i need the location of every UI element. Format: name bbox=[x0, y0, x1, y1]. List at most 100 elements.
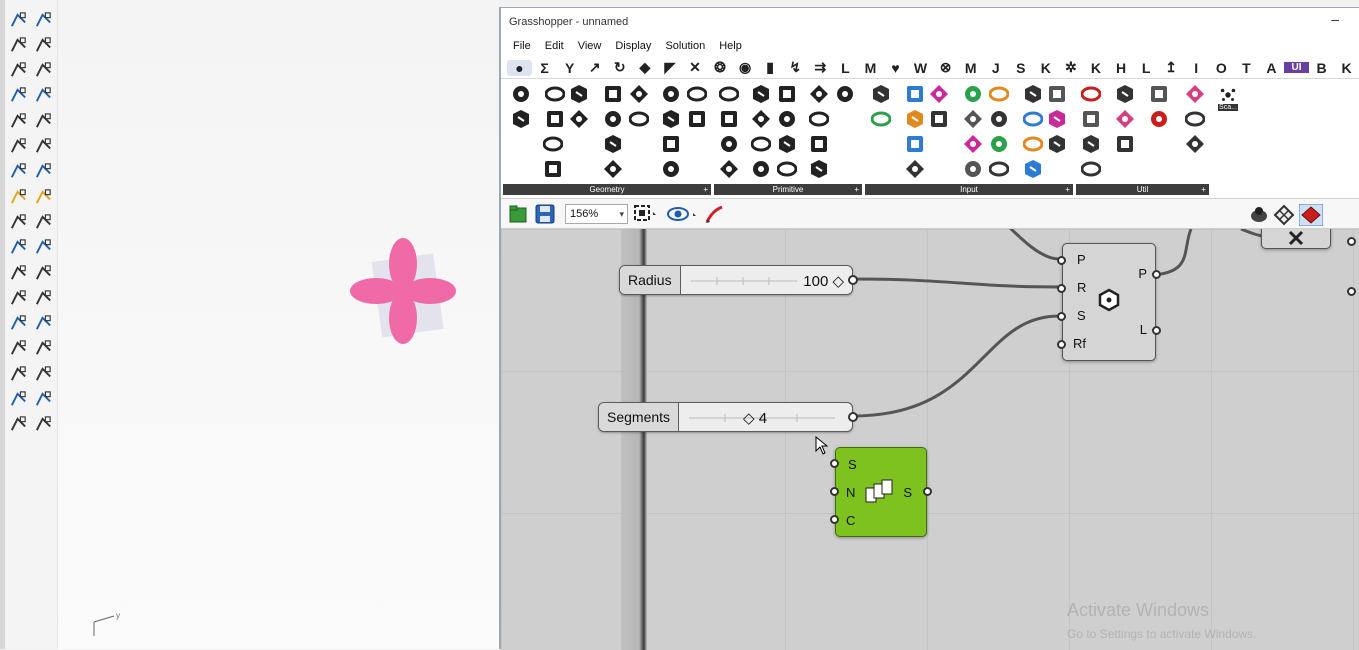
rhino-tool-icon[interactable] bbox=[8, 10, 28, 30]
rhino-tool-icon[interactable] bbox=[8, 212, 28, 232]
rhino-tool-icon[interactable] bbox=[8, 187, 28, 207]
rhino-tool-icon[interactable] bbox=[8, 339, 28, 359]
output-port[interactable] bbox=[848, 412, 858, 422]
input-port[interactable] bbox=[1057, 312, 1066, 321]
component-icon[interactable] bbox=[1185, 84, 1205, 104]
component-icon[interactable] bbox=[1047, 84, 1067, 104]
component-icon[interactable] bbox=[1081, 134, 1101, 154]
input-port[interactable] bbox=[830, 487, 839, 496]
rhino-tool-icon[interactable] bbox=[8, 364, 28, 384]
component-icon[interactable] bbox=[511, 84, 531, 104]
save-file-icon[interactable] bbox=[535, 204, 555, 229]
component-icon[interactable] bbox=[1149, 109, 1169, 129]
component-icon[interactable] bbox=[603, 159, 623, 179]
component-icon[interactable] bbox=[511, 109, 531, 129]
output-port[interactable] bbox=[923, 487, 932, 496]
output-port[interactable] bbox=[1347, 237, 1356, 246]
output-port[interactable] bbox=[1152, 270, 1161, 279]
component-icon[interactable] bbox=[1081, 109, 1101, 129]
rhino-tool-icon[interactable] bbox=[33, 339, 53, 359]
input-port[interactable] bbox=[1057, 284, 1066, 293]
component-icon[interactable] bbox=[661, 159, 681, 179]
component-icon[interactable] bbox=[871, 84, 891, 104]
rhino-tool-icon[interactable] bbox=[33, 35, 53, 55]
rhino-tool-icon[interactable] bbox=[8, 288, 28, 308]
menu-edit[interactable]: Edit bbox=[545, 40, 564, 52]
component-tab[interactable]: K bbox=[1334, 60, 1359, 76]
component-icon[interactable] bbox=[905, 159, 925, 179]
component-icon[interactable] bbox=[1047, 134, 1067, 154]
component-tab[interactable]: ◤ bbox=[657, 59, 682, 76]
component-icon[interactable] bbox=[989, 109, 1009, 129]
component-icon[interactable] bbox=[929, 84, 949, 104]
component-icon[interactable] bbox=[661, 84, 681, 104]
component-tab[interactable]: ✕ bbox=[682, 59, 707, 76]
component-tab[interactable]: K bbox=[1033, 60, 1058, 76]
rhino-tool-icon[interactable] bbox=[8, 137, 28, 157]
component-icon[interactable] bbox=[719, 109, 739, 129]
component-tab[interactable]: ♥ bbox=[883, 60, 908, 76]
radius-slider[interactable]: Radius 100 ◇ bbox=[619, 265, 858, 295]
rhino-tool-icon[interactable] bbox=[8, 111, 28, 131]
component-tab[interactable]: ◉ bbox=[733, 59, 758, 76]
rhino-tool-icon[interactable] bbox=[33, 238, 53, 258]
component-icon[interactable] bbox=[809, 159, 829, 179]
input-port[interactable] bbox=[1057, 256, 1066, 265]
rhino-tool-icon[interactable] bbox=[33, 415, 53, 435]
rhino-tool-icon[interactable] bbox=[8, 61, 28, 81]
output-port[interactable] bbox=[848, 275, 858, 285]
rhino-tool-icon[interactable] bbox=[33, 137, 53, 157]
component-icon[interactable] bbox=[809, 109, 829, 129]
component-icon[interactable] bbox=[777, 159, 797, 179]
component-icon[interactable] bbox=[1023, 84, 1043, 104]
input-port[interactable] bbox=[830, 459, 839, 468]
component-icon[interactable] bbox=[751, 159, 771, 179]
open-file-icon[interactable] bbox=[509, 204, 527, 229]
rhino-tool-icon[interactable] bbox=[8, 415, 28, 435]
component-icon[interactable] bbox=[1115, 109, 1135, 129]
component-icon[interactable] bbox=[719, 159, 739, 179]
menu-solution[interactable]: Solution bbox=[665, 40, 705, 52]
component-icon[interactable] bbox=[963, 159, 983, 179]
component-tab[interactable]: ❂ bbox=[708, 59, 733, 76]
component-tab[interactable]: ⊗ bbox=[933, 59, 958, 76]
menu-file[interactable]: File bbox=[513, 40, 531, 52]
component-tab[interactable]: W bbox=[908, 60, 933, 76]
component-tab[interactable]: H bbox=[1109, 60, 1134, 76]
component-icon[interactable] bbox=[905, 109, 925, 129]
component-icon[interactable] bbox=[905, 84, 925, 104]
component-tab[interactable]: ▮ bbox=[758, 59, 783, 76]
component-icon[interactable] bbox=[963, 109, 983, 129]
component-icon[interactable] bbox=[629, 109, 649, 129]
rhino-tool-icon[interactable] bbox=[33, 263, 53, 283]
component-icon[interactable] bbox=[1115, 84, 1135, 104]
slider-track[interactable]: 100 ◇ bbox=[681, 266, 852, 294]
component-icon[interactable] bbox=[545, 109, 565, 129]
component-icon[interactable] bbox=[989, 134, 1009, 154]
component-icon[interactable] bbox=[835, 84, 855, 104]
input-port[interactable] bbox=[1057, 340, 1066, 349]
component-icon[interactable] bbox=[809, 84, 829, 104]
component-tab[interactable]: UI bbox=[1283, 62, 1309, 73]
component-icon[interactable] bbox=[905, 134, 925, 154]
component-tab[interactable]: S bbox=[1008, 60, 1033, 76]
component-tab[interactable]: Σ bbox=[532, 60, 557, 76]
rhino-tool-icon[interactable] bbox=[33, 390, 53, 410]
rhino-tool-icon[interactable] bbox=[33, 187, 53, 207]
component-icon[interactable] bbox=[1185, 109, 1205, 129]
component-icon[interactable] bbox=[629, 84, 649, 104]
component-tab[interactable]: T bbox=[1234, 60, 1259, 76]
preview-wire-icon[interactable] bbox=[1273, 204, 1295, 231]
segments-slider[interactable]: Segments ◇ 4 bbox=[598, 402, 858, 432]
rhino-tool-icon[interactable] bbox=[8, 35, 28, 55]
component-icon[interactable] bbox=[809, 134, 829, 154]
component-icon[interactable] bbox=[777, 84, 797, 104]
component-icon[interactable] bbox=[989, 159, 1009, 179]
component-icon[interactable] bbox=[1023, 134, 1043, 154]
component-tab[interactable]: K bbox=[1083, 60, 1108, 76]
component-icon[interactable] bbox=[719, 134, 739, 154]
component-icon[interactable] bbox=[603, 134, 623, 154]
polygon-component[interactable]: P R S Rf P L bbox=[1057, 243, 1161, 361]
component-icon[interactable] bbox=[751, 109, 771, 129]
component-icon[interactable] bbox=[603, 84, 623, 104]
